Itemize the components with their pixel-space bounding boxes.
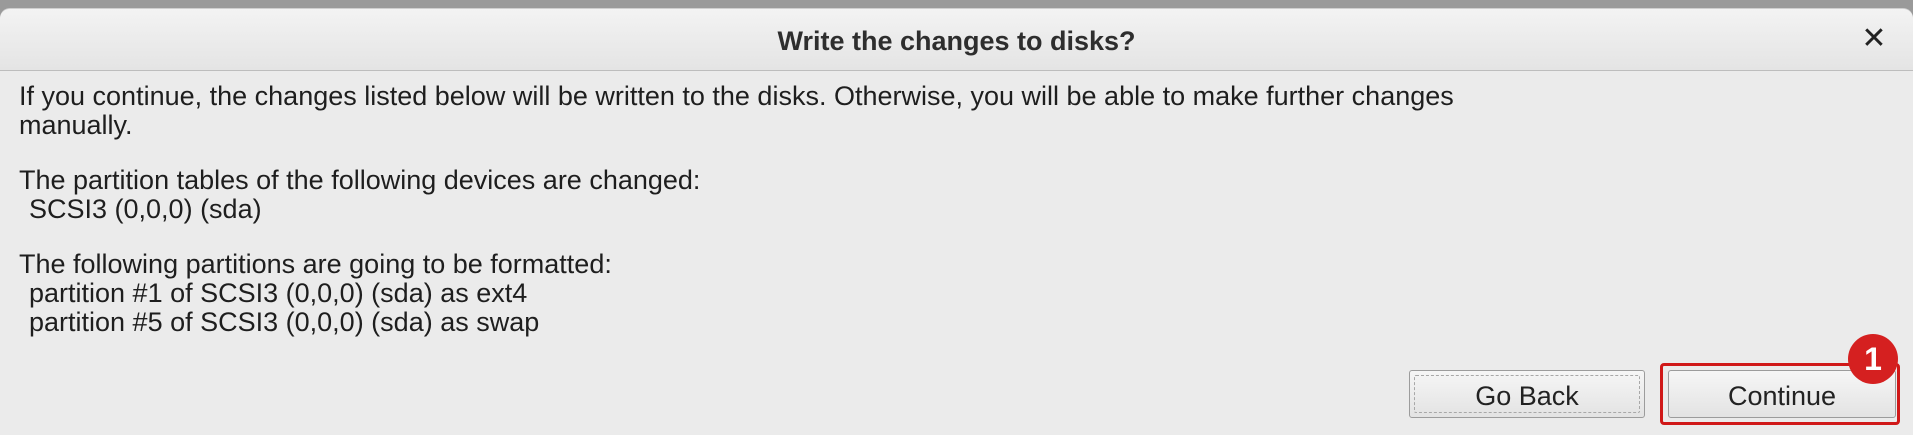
- go-back-button[interactable]: Go Back: [1409, 370, 1645, 418]
- dialog-title: Write the changes to disks?: [777, 26, 1136, 56]
- formatted-partitions-heading: The following partitions are going to be…: [19, 249, 612, 279]
- intro-text-line-1: If you continue, the changes listed belo…: [19, 81, 1454, 111]
- intro-text-line-2: manually.: [19, 110, 133, 140]
- partition-table-device: SCSI3 (0,0,0) (sda): [29, 194, 262, 224]
- go-back-label: Go Back: [1475, 381, 1579, 411]
- partition-tables-heading: The partition tables of the following de…: [19, 165, 701, 195]
- formatted-partition-item: partition #1 of SCSI3 (0,0,0) (sda) as e…: [29, 278, 528, 308]
- step-marker: 1: [1848, 334, 1898, 384]
- dialog-titlebar: Write the changes to disks? ✕: [0, 9, 1913, 71]
- close-icon[interactable]: ✕: [1857, 22, 1891, 56]
- dialog-message: If you continue, the changes listed belo…: [19, 82, 1899, 337]
- formatted-partition-item: partition #5 of SCSI3 (0,0,0) (sda) as s…: [29, 307, 540, 337]
